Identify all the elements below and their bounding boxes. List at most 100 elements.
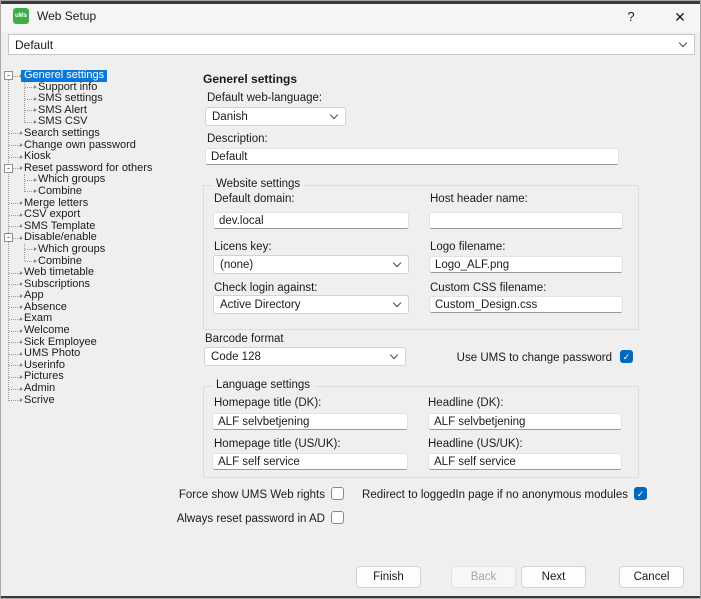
use-ums-to-change-password-label: Use UMS to change password: [456, 352, 612, 364]
custom-css-filename-input[interactable]: [429, 296, 623, 313]
tree-connector: [9, 328, 23, 333]
tree-connector: [9, 282, 23, 287]
section-heading: Generel settings: [203, 72, 298, 86]
check-login-against-select[interactable]: Active Directory: [213, 295, 409, 314]
headline-usuk-input[interactable]: [428, 453, 622, 470]
tree-item-kiosk[interactable]: Kiosk: [4, 151, 201, 163]
homepage-title-usuk-label: Homepage title (US/UK):: [214, 438, 341, 450]
tree-item-label: Generel settings: [21, 69, 108, 82]
tree-item-search-settings[interactable]: Search settings: [4, 126, 201, 140]
logo-filename-input[interactable]: [429, 256, 623, 273]
homepage-title-dk-input[interactable]: [212, 413, 408, 430]
help-button[interactable]: ?: [618, 6, 644, 28]
collapse-minus-icon[interactable]: [4, 163, 13, 173]
barcode-format-select[interactable]: Code 128: [204, 347, 406, 366]
tree-connector: [9, 363, 23, 368]
tree-connector: [9, 143, 23, 148]
tree-connector: [25, 177, 37, 182]
tree-connector: [25, 247, 37, 252]
language-settings-group-label: Language settings: [212, 379, 314, 391]
always-reset-password-in-ad-label: Always reset password in AD: [176, 513, 325, 525]
chevron-down-icon: [389, 350, 399, 359]
back-button[interactable]: Back: [451, 566, 516, 588]
tree-item-scrive[interactable]: Scrive: [4, 393, 201, 407]
tree-connector: [9, 340, 23, 345]
default-domain-label: Default domain:: [214, 193, 295, 205]
tree-item-label: Admin: [24, 382, 56, 395]
tree-connector: [25, 85, 37, 90]
force-show-ums-web-rights-label: Force show UMS Web rights: [178, 489, 325, 501]
cancel-button[interactable]: Cancel: [619, 566, 684, 588]
tree-connector: [25, 189, 37, 194]
collapse-minus-icon[interactable]: [4, 233, 13, 243]
tree-item-admin[interactable]: Admin: [4, 382, 201, 395]
profile-select[interactable]: Default: [8, 34, 695, 55]
window-title: Web Setup: [37, 9, 97, 23]
headline-dk-input[interactable]: [428, 413, 622, 430]
finish-button[interactable]: Finish: [356, 566, 421, 588]
tree-item-label: Search settings: [24, 126, 100, 139]
tree-connector: [9, 270, 23, 275]
always-reset-password-in-ad-checkbox[interactable]: [331, 511, 344, 524]
tree-connector: [25, 119, 37, 124]
close-button[interactable]: ✕: [667, 6, 693, 28]
homepage-title-dk-label: Homepage title (DK):: [214, 397, 322, 409]
tree-connector: [9, 212, 23, 217]
website-settings-group-label: Website settings: [212, 178, 305, 190]
tree-connector: [9, 131, 23, 136]
homepage-title-usuk-input[interactable]: [212, 453, 408, 470]
tree-item-welcome[interactable]: Welcome: [4, 324, 201, 337]
website-settings-group: Website settings Default domain: Host he…: [203, 178, 639, 330]
use-ums-to-change-password-checkbox[interactable]: [620, 350, 633, 363]
default-web-language-label: Default web-language:: [207, 92, 323, 104]
tree-item-label: Which groups: [38, 242, 106, 255]
redirect-to-loggedin-checkbox[interactable]: [634, 487, 647, 500]
tree-item-which-groups[interactable]: Which groups: [4, 174, 201, 186]
barcode-format-label: Barcode format: [205, 333, 284, 345]
ums-app-icon: uMs: [13, 8, 29, 24]
title-bar[interactable]: uMs Web Setup ? ✕: [1, 4, 700, 32]
tree-connector: [9, 386, 23, 391]
description-label: Description:: [207, 133, 268, 145]
tree-item-label: CSV export: [24, 208, 81, 221]
description-input[interactable]: [205, 148, 619, 165]
headline-dk-label: Headline (DK):: [428, 397, 504, 409]
tree-connector: [9, 201, 23, 206]
tree-connector: [9, 293, 23, 298]
tree-connector: [9, 154, 23, 159]
profile-select-value: Default: [15, 37, 54, 52]
force-show-ums-web-rights-checkbox[interactable]: [331, 487, 344, 500]
tree: Generel settingsSupport infoSMS settings…: [4, 69, 201, 415]
tree-connector: [9, 224, 23, 229]
language-settings-group: Language settings Homepage title (DK): H…: [203, 379, 639, 478]
licens-key-label: Licens key:: [214, 241, 272, 253]
web-setup-dialog: uMs Web Setup ? ✕ Default Generel settin…: [0, 0, 701, 599]
tree-item-combine[interactable]: Combine: [4, 185, 201, 198]
tree-item-generel-settings[interactable]: Generel settings: [4, 69, 201, 82]
tree-item-csv-export[interactable]: CSV export: [4, 209, 201, 221]
tree-connector: [9, 316, 23, 321]
next-button[interactable]: Next: [521, 566, 586, 588]
tree-item-label: Scrive: [24, 393, 55, 406]
chevron-down-icon: [392, 298, 402, 307]
barcode-format-value: Code 128: [211, 350, 261, 363]
licens-key-select[interactable]: (none): [213, 255, 409, 274]
tree-item-label: Kiosk: [24, 150, 51, 163]
tree-item-sms-alert[interactable]: SMS Alert: [4, 104, 201, 117]
tree-item-sms-settings[interactable]: SMS settings: [4, 93, 201, 105]
host-header-name-input[interactable]: [429, 212, 623, 229]
logo-filename-label: Logo filename:: [430, 241, 506, 253]
check-login-against-value: Active Directory: [220, 298, 301, 311]
tree-item-which-groups[interactable]: Which groups: [4, 242, 201, 256]
licens-key-value: (none): [220, 258, 254, 271]
tree-item-web-timetable[interactable]: Web timetable: [4, 266, 201, 279]
tree-connector: [25, 108, 37, 113]
headline-usuk-label: Headline (US/UK):: [428, 438, 523, 450]
default-web-language-select[interactable]: Danish: [205, 107, 346, 126]
default-web-language-value: Danish: [212, 110, 248, 123]
collapse-minus-icon[interactable]: [4, 71, 13, 80]
window-bottom-edge: [1, 596, 700, 598]
chevron-down-icon: [392, 258, 402, 267]
default-domain-input[interactable]: [213, 212, 409, 229]
tree-connector: [9, 374, 23, 379]
